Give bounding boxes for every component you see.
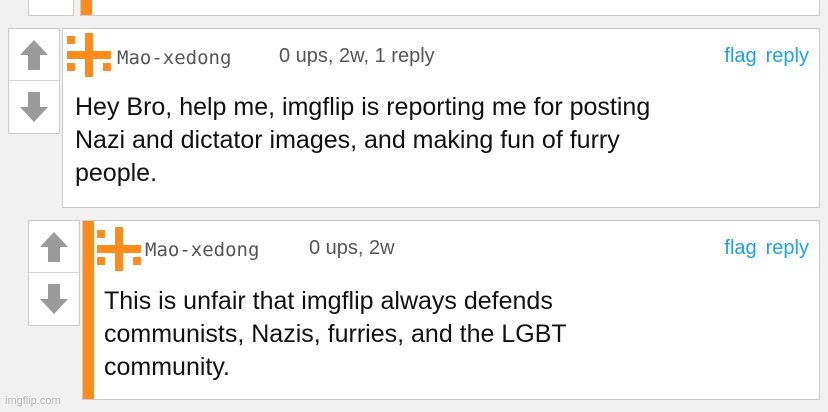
previous-comment-vote-box — [28, 0, 74, 16]
comment-1-vote-column — [8, 28, 60, 134]
comment-1: Mao-xedong 0 ups, 2w, 1 reply flag reply … — [62, 28, 820, 208]
comment-text-line: communists, Nazis, furries, and the LGBT — [104, 320, 567, 348]
imgflip-watermark: imgflip.com — [5, 395, 61, 407]
comment-author-link[interactable]: Mao-xedong — [145, 239, 259, 261]
comment-text: This is unfair that imgflip always defen… — [104, 285, 567, 384]
down-arrow-icon — [20, 92, 48, 122]
reply-accent-bar — [83, 221, 94, 399]
comment-2-downvote-button[interactable] — [29, 272, 79, 325]
flag-link[interactable]: flag — [724, 45, 756, 67]
comment-2-vote-column — [28, 220, 80, 326]
comment-text-line: people. — [75, 159, 158, 187]
up-arrow-icon — [20, 40, 48, 70]
reply-link[interactable]: reply — [766, 45, 809, 67]
orange-cross-avatar-icon — [67, 33, 111, 77]
orange-cross-avatar-icon — [97, 227, 141, 271]
comment-text-line: community. — [104, 353, 230, 381]
comment-actions: flag reply — [715, 237, 809, 260]
previous-comment-accent-bar — [81, 0, 92, 15]
reply-link[interactable]: reply — [766, 237, 809, 259]
comment-text-line: Hey Bro, help me, imgflip is reporting m… — [75, 93, 651, 121]
comment-2: Mao-xedong 0 ups, 2w flag reply This is u… — [82, 220, 820, 400]
comment-actions: flag reply — [715, 45, 809, 68]
flag-link[interactable]: flag — [724, 237, 756, 259]
comment-text-line: Nazi and dictator images, and making fun… — [75, 126, 620, 154]
comment-1-downvote-button[interactable] — [9, 80, 59, 133]
previous-comment-box — [80, 0, 820, 16]
comment-meta: 0 ups, 2w, 1 reply — [279, 45, 435, 67]
comment-1-upvote-button[interactable] — [9, 29, 59, 81]
comment-2-upvote-button[interactable] — [29, 221, 79, 273]
up-arrow-icon — [40, 232, 68, 262]
comment-meta: 0 ups, 2w — [309, 237, 395, 259]
down-arrow-icon — [40, 284, 68, 314]
comment-author-link[interactable]: Mao-xedong — [117, 47, 231, 69]
comment-text-line: This is unfair that imgflip always defen… — [104, 287, 553, 315]
comment-text: Hey Bro, help me, imgflip is reporting m… — [75, 91, 650, 190]
